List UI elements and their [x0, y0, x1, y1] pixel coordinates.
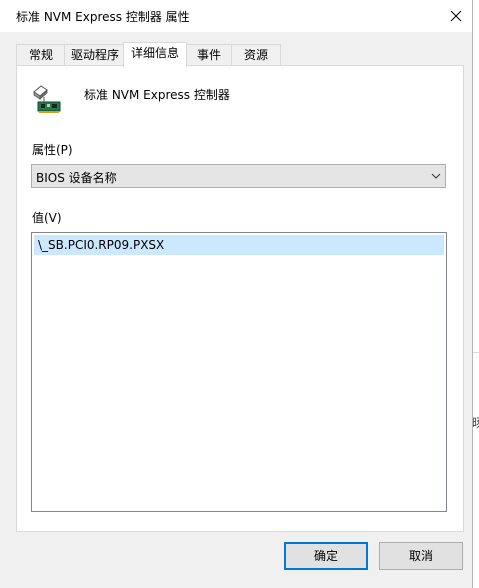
property-selected-value: BIOS 设备名称 [36, 171, 117, 185]
list-item[interactable]: \_SB.PCI0.RP09.PXSX [34, 235, 444, 255]
property-label: 属性(P) [32, 143, 73, 157]
value-label: 值(V) [32, 211, 62, 225]
close-button[interactable] [440, 0, 472, 32]
list-item-text: \_SB.PCI0.RP09.PXSX [38, 238, 165, 252]
tab-events[interactable]: 事件 [184, 44, 234, 66]
title-bar[interactable]: 标准 NVM Express 控制器 属性 [0, 0, 472, 32]
tab-general[interactable]: 常规 [16, 44, 66, 66]
tab-driver[interactable]: 驱动程序 [64, 44, 126, 66]
close-icon [450, 10, 462, 22]
storage-controller-icon [33, 85, 61, 113]
cancel-button[interactable]: 取消 [379, 542, 463, 570]
ok-button[interactable]: 确定 [284, 542, 368, 570]
background-text: 旸 [472, 416, 479, 430]
property-dropdown[interactable]: BIOS 设备名称 [31, 164, 446, 188]
tab-details[interactable]: 详细信息 [123, 42, 187, 67]
tab-resources[interactable]: 资源 [231, 44, 281, 66]
properties-dialog: 标准 NVM Express 控制器 属性 常规 驱动程序 详细信息 事件 资源… [0, 0, 473, 588]
window-title: 标准 NVM Express 控制器 属性 [16, 10, 190, 24]
background-window [473, 0, 479, 588]
chevron-down-icon [431, 173, 441, 179]
device-name: 标准 NVM Express 控制器 [84, 88, 230, 102]
background-divider [473, 352, 479, 353]
value-list[interactable]: \_SB.PCI0.RP09.PXSX [31, 232, 447, 512]
